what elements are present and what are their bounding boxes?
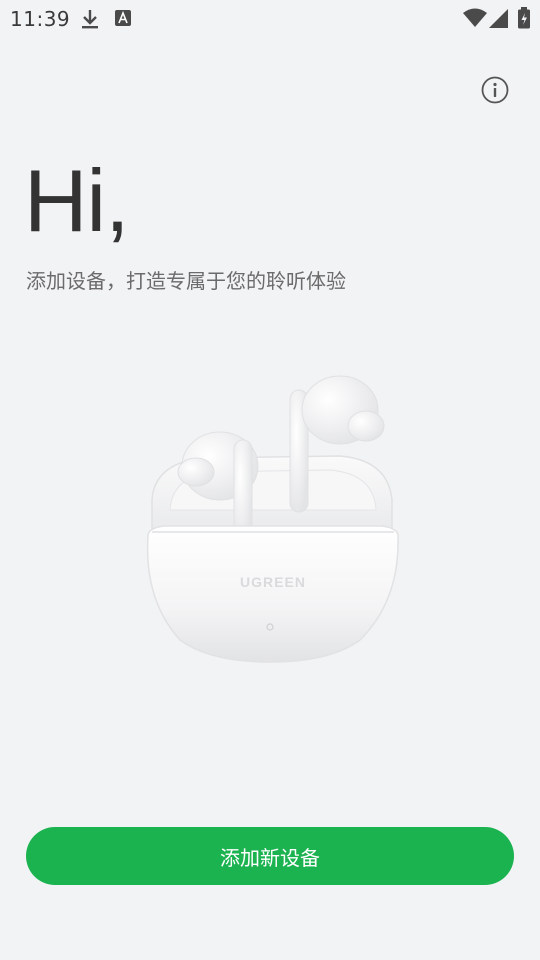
a-icon xyxy=(115,10,131,26)
earbuds-product-image: UGREEN xyxy=(146,375,399,663)
signal-icon xyxy=(489,9,508,28)
add-device-button[interactable]: 添加新设备 xyxy=(26,827,514,885)
battery-icon xyxy=(518,7,530,29)
status-bar: 11:39 xyxy=(0,0,540,38)
wifi-icon xyxy=(463,8,487,27)
greeting-title: Hi, xyxy=(24,151,130,250)
status-time: 11:39 xyxy=(10,7,71,31)
brand-logo: UGREEN xyxy=(240,574,306,590)
info-icon[interactable] xyxy=(481,76,509,104)
home-screen: 11:39 Hi, 添加设备，打造专属于您的聆听体验 UGREEN 添加新设备 xyxy=(0,0,540,960)
greeting-subtitle: 添加设备，打造专属于您的聆听体验 xyxy=(26,269,346,293)
download-icon xyxy=(82,10,98,29)
